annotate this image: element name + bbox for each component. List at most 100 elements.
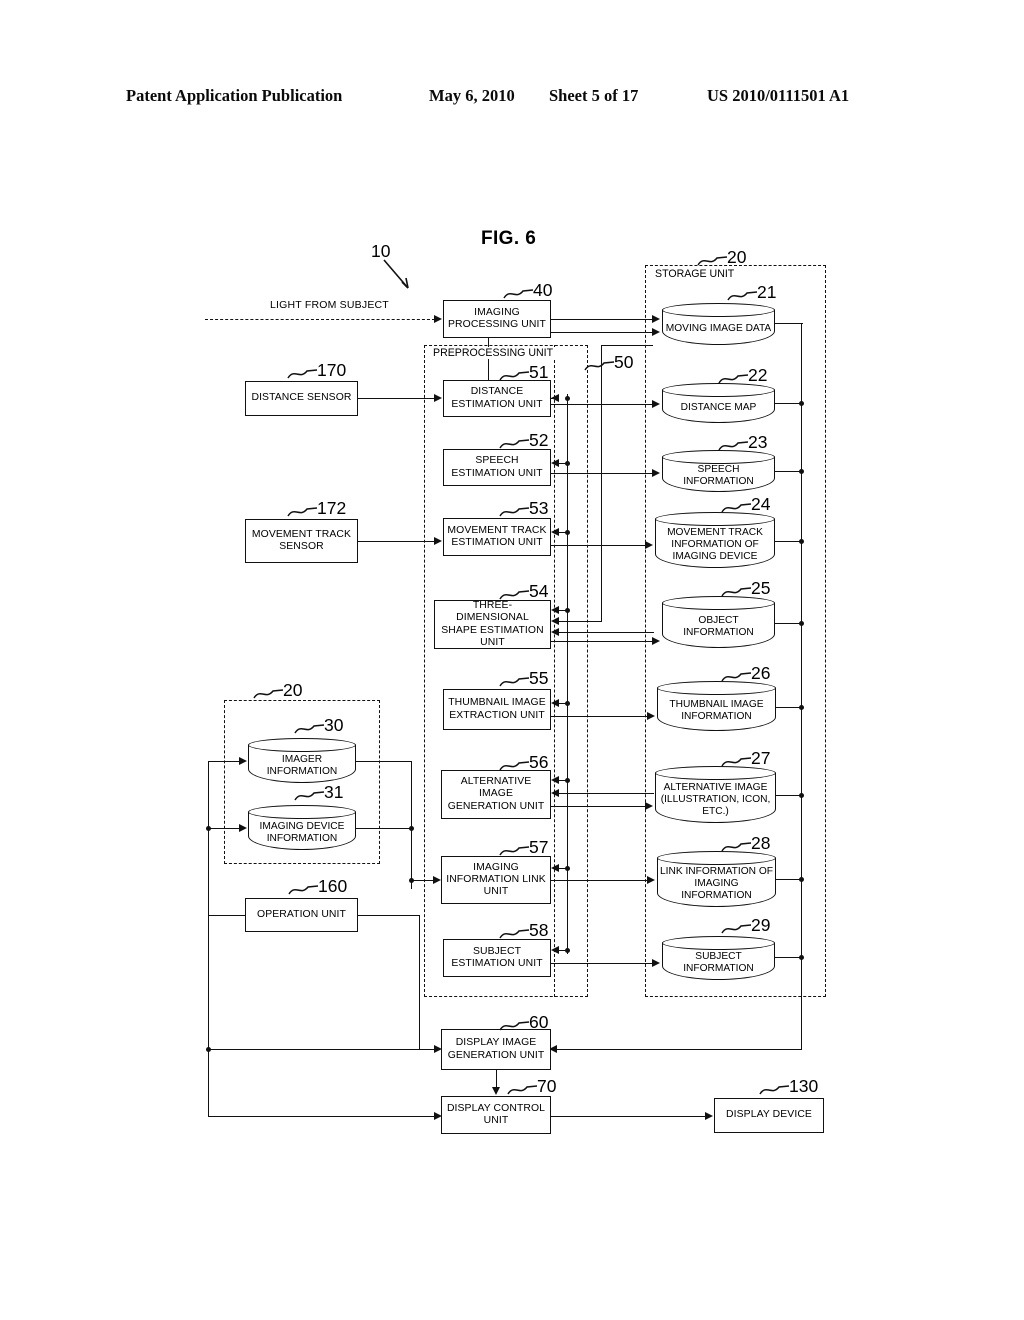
store-movement-track-information-of-imaging-device[interactable]: MOVEMENT TRACK INFORMATION OF IMAGING DE… — [655, 512, 775, 568]
left-feed-to-31 — [208, 828, 240, 829]
ref-53: 53 — [529, 498, 549, 518]
ref-170: 170 — [317, 360, 347, 380]
bus-21-out — [775, 323, 803, 324]
store-link-information-of-imaging-information[interactable]: LINK INFORMATION OF IMAGING INFORMATION — [657, 851, 776, 907]
figure-title: FIG. 6 — [481, 228, 537, 249]
block-imaging-processing-unit[interactable]: IMAGING PROCESSING UNIT — [443, 300, 551, 338]
ref-10-leader — [383, 259, 409, 289]
junction-411-880 — [409, 878, 414, 883]
block-three-dimensional-shape-estimation-unit[interactable]: THREE-DIMENSIONAL SHAPE ESTIMATION UNIT — [434, 600, 551, 649]
ref-58: 58 — [529, 920, 549, 940]
ref-52-leader — [499, 439, 530, 449]
conn-24-to-53-arrow — [551, 528, 559, 536]
conn-55-to-26 — [551, 716, 648, 717]
conn-40-to-21 — [551, 319, 653, 320]
ref-56-leader — [499, 761, 530, 771]
ref-22-leader — [718, 374, 749, 384]
store-label: IMAGER INFORMATION — [266, 753, 338, 777]
conn-60-to-70 — [496, 1070, 497, 1088]
conn-54-in2-top — [601, 345, 653, 346]
ref-58-leader — [499, 929, 530, 939]
conn-58-to-29-arrow — [652, 959, 660, 967]
ref-28-leader — [721, 842, 752, 852]
bus-to-60 — [556, 1049, 802, 1050]
preprocessing-inner-divider — [554, 345, 555, 997]
store-alternative-image[interactable]: ALTERNATIVE IMAGE (ILLUSTRATION, ICON, E… — [655, 766, 776, 823]
conn-56-to-27 — [551, 806, 646, 807]
ref-25: 25 — [751, 578, 771, 598]
block-imaging-information-link-unit[interactable]: IMAGING INFORMATION LINK UNIT — [441, 856, 551, 904]
header-patent-number: US 2010/0111501 A1 — [707, 86, 850, 105]
left-feed-to-60 — [208, 1049, 435, 1050]
conn-51-to-22-arrow — [652, 400, 660, 408]
conn-54-in2 — [559, 621, 602, 622]
store-object-information[interactable]: OBJECT INFORMATION — [662, 596, 775, 648]
conn-160-out — [358, 915, 420, 916]
storage-unit-label: STORAGE UNIT — [653, 268, 737, 280]
ref-170-leader — [287, 369, 318, 379]
conn-54-in1-arrow — [551, 606, 559, 614]
junction-567-532 — [565, 530, 570, 535]
store-label: THUMBNAIL IMAGE INFORMATION — [669, 699, 764, 722]
conn-54-in3-arrow — [551, 628, 559, 636]
left-feed-to-30 — [208, 761, 240, 762]
block-display-device[interactable]: DISPLAY DEVICE — [714, 1098, 824, 1133]
conn-55-to-26-arrow — [647, 712, 655, 720]
store-label: MOVEMENT TRACK INFORMATION OF IMAGING DE… — [667, 527, 763, 562]
store-imager-information[interactable]: IMAGER INFORMATION — [248, 738, 356, 783]
light-from-subject-label: LIGHT FROM SUBJECT — [270, 299, 389, 311]
junction-801-471 — [799, 469, 804, 474]
store-thumbnail-image-information[interactable]: THUMBNAIL IMAGE INFORMATION — [657, 681, 776, 731]
ref-20b-leader — [253, 689, 284, 699]
ref-160-leader — [288, 885, 319, 895]
block-speech-estimation-unit[interactable]: SPEECH ESTIMATION UNIT — [443, 449, 551, 486]
header-date: May 6, 2010 — [429, 86, 515, 105]
conn-57-to-28 — [551, 880, 648, 881]
ref-25-leader — [721, 587, 752, 597]
left-feed-to-31-arrow — [239, 824, 247, 832]
conn-170-to-51-arrow — [434, 394, 442, 402]
store-moving-image-data[interactable]: MOVING IMAGE DATA — [662, 303, 775, 345]
store-subject-information[interactable]: SUBJECT INFORMATION — [662, 936, 775, 980]
store-label: ALTERNATIVE IMAGE (ILLUSTRATION, ICON, E… — [660, 781, 771, 817]
store-speech-information[interactable]: SPEECH INFORMATION — [662, 450, 775, 492]
conn-30-out — [356, 761, 412, 762]
ref-20a: 20 — [727, 247, 747, 267]
block-distance-sensor[interactable]: DISTANCE SENSOR — [245, 381, 358, 416]
block-subject-estimation-unit[interactable]: SUBJECT ESTIMATION UNIT — [443, 939, 551, 977]
conn-54-in3 — [559, 632, 654, 633]
conn-31-out — [356, 828, 412, 829]
block-alternative-image-generation-unit[interactable]: ALTERNATIVE IMAGE GENERATION UNIT — [441, 770, 551, 819]
store-label: DISTANCE MAP — [680, 402, 757, 413]
junction-567-780 — [565, 778, 570, 783]
store-distance-map[interactable]: DISTANCE MAP — [662, 383, 775, 423]
block-display-image-generation-unit[interactable]: DISPLAY IMAGE GENERATION UNIT — [441, 1029, 551, 1070]
ref-40: 40 — [533, 280, 553, 300]
junction-208-1049 — [206, 1047, 211, 1052]
block-display-control-unit[interactable]: DISPLAY CONTROL UNIT — [441, 1096, 551, 1134]
conn-54-to-25 — [551, 641, 653, 642]
conn-56-in2-arrow — [551, 789, 559, 797]
block-movement-track-estimation-unit[interactable]: MOVEMENT TRACK ESTIMATION UNIT — [443, 518, 551, 556]
store-label: IMAGING DEVICE INFORMATION — [259, 820, 345, 844]
junction-801-541 — [799, 539, 804, 544]
store-imaging-device-information[interactable]: IMAGING DEVICE INFORMATION — [248, 805, 356, 850]
ref-30-leader — [294, 724, 325, 734]
patent-figure-page: Patent Application Publication May 6, 20… — [0, 0, 1024, 1320]
ref-28: 28 — [751, 833, 771, 853]
ref-130-leader — [759, 1085, 790, 1095]
block-distance-estimation-unit[interactable]: DISTANCE ESTIMATION UNIT — [443, 380, 551, 417]
conn-53-to-24-arrow — [645, 541, 653, 549]
block-thumbnail-image-extraction-unit[interactable]: THUMBNAIL IMAGE EXTRACTION UNIT — [443, 689, 551, 730]
junction-801-795 — [799, 793, 804, 798]
conn-28-to-57-arrow — [551, 864, 559, 872]
ref-54: 54 — [529, 581, 549, 601]
junction-801-403 — [799, 401, 804, 406]
ref-29-leader — [721, 924, 752, 934]
conn-170-to-51 — [358, 398, 435, 399]
ref-57: 57 — [529, 837, 549, 857]
conn-40b-arrow — [652, 328, 660, 336]
block-operation-unit[interactable]: OPERATION UNIT — [245, 898, 358, 932]
ref-54-leader — [499, 590, 530, 600]
block-movement-track-sensor[interactable]: MOVEMENT TRACK SENSOR — [245, 519, 358, 563]
